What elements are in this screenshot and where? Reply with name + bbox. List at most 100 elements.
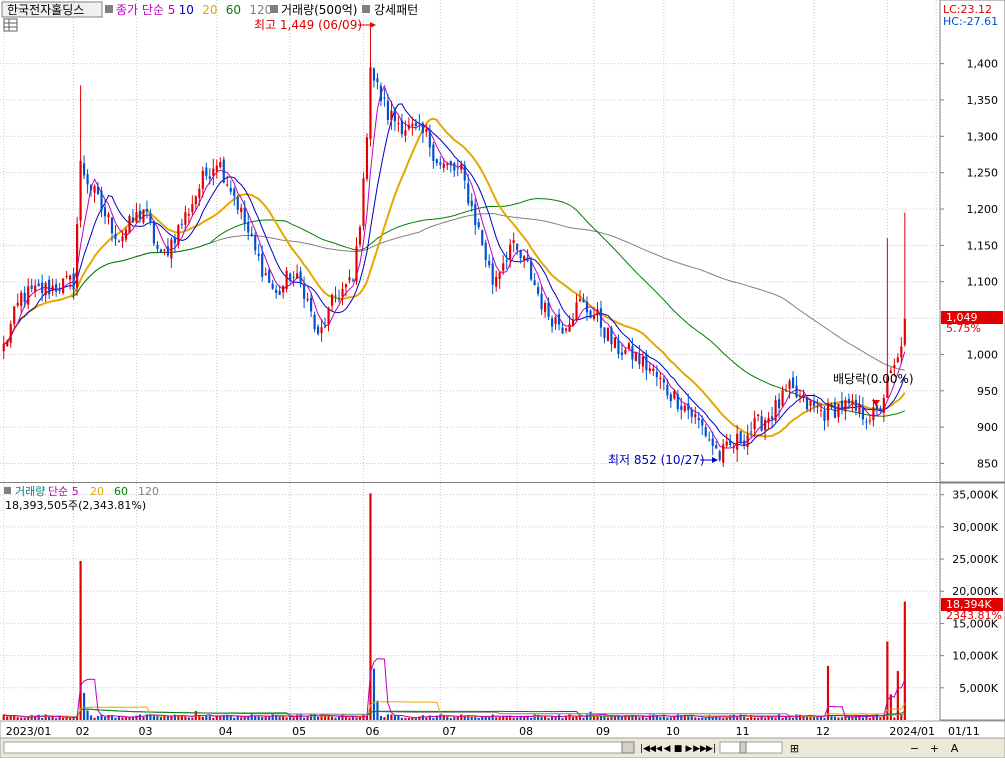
candle-body (449, 160, 452, 166)
candle-body (58, 290, 61, 292)
volume-bar (229, 715, 232, 720)
volume-bar (764, 718, 767, 720)
candle-body (851, 400, 854, 405)
zoom-slider[interactable] (719, 741, 783, 754)
volume-tick-label: 30,000K (952, 521, 998, 534)
volume-bar (23, 717, 26, 720)
candle-body (404, 130, 407, 136)
candle-body (701, 419, 704, 426)
candle-body (732, 446, 735, 449)
candle-body (103, 207, 107, 217)
volume-bar (540, 716, 543, 720)
volume-bar (516, 717, 519, 720)
candle-body (561, 327, 564, 334)
price-tick-label: 1,150 (967, 239, 999, 252)
volume-bar (893, 717, 896, 720)
volume-bar (124, 717, 128, 720)
candle-body (86, 174, 89, 185)
price-legend-item[interactable]: 60 (226, 3, 241, 17)
x-tick-label: 12 (816, 725, 830, 738)
volume-legend-item[interactable]: 60 (114, 485, 128, 498)
candle-body (442, 163, 445, 168)
candle-body (666, 384, 669, 396)
candle-body (243, 207, 246, 224)
volume-bar (285, 717, 288, 720)
candle-body (498, 272, 501, 279)
volume-bar (404, 717, 407, 720)
volume-bar (41, 717, 44, 720)
candle-body (491, 263, 494, 285)
volume-bar (379, 716, 383, 720)
volume-tick-label: 10,000K (952, 650, 998, 663)
candle-body (571, 319, 575, 326)
candle-body (704, 427, 707, 437)
chart-scrollbar[interactable] (3, 741, 635, 754)
table-icon[interactable] (3, 18, 18, 32)
volume-bar (676, 714, 679, 720)
candle-body (739, 431, 742, 444)
candle-body (37, 283, 40, 287)
candle-body (313, 314, 316, 330)
volume-bar (571, 717, 575, 720)
candle-body (341, 289, 344, 297)
price-legend-item[interactable]: 10 (179, 3, 194, 17)
volume-bar (191, 717, 194, 720)
chart-canvas[interactable]: 8509009501,0001,0501,1001,1501,2001,2501… (0, 0, 1005, 759)
candle-body (376, 78, 379, 83)
x-tick-label: 03 (138, 725, 152, 738)
volume-bar (736, 717, 739, 720)
navigation-controls[interactable]: |◀ ◀◀ ◀ ■ ▶ ▶▶ ▶| (640, 741, 716, 754)
price-panel[interactable] (0, 0, 940, 482)
stock-chart[interactable]: 8509009501,0001,0501,1001,1501,2001,2501… (0, 0, 1005, 759)
volume-legend-item[interactable]: 120 (138, 485, 159, 498)
candle-body (613, 337, 617, 348)
volume-legend-item[interactable]: 단순 5 (48, 485, 79, 498)
candle-body (585, 301, 589, 313)
volume-bar (393, 715, 396, 720)
volume-bar (582, 717, 585, 720)
candle-body (578, 299, 582, 302)
candle-body (100, 191, 103, 211)
volume-panel[interactable] (0, 483, 940, 720)
price-legend-item[interactable]: 종가 단순 5 (116, 3, 175, 17)
price-legend-item[interactable]: 20 (202, 3, 217, 17)
volume-bar (453, 717, 456, 720)
candle-body (617, 340, 620, 355)
candle-body (41, 282, 44, 294)
volume-bar (268, 716, 271, 720)
candle-body (219, 162, 222, 168)
candle-body (474, 204, 477, 226)
candle-body (27, 286, 30, 305)
volume-tick-label: 35,000K (952, 489, 998, 502)
volume-bar (48, 716, 51, 720)
scrollbar-thumb[interactable] (621, 741, 635, 754)
candle-body (149, 213, 152, 223)
candle-body (512, 240, 515, 244)
current-volume-pct-label: 2343.81% (946, 609, 1002, 622)
candle-body (645, 354, 648, 371)
candle-body (261, 253, 264, 277)
candle-body (467, 183, 470, 204)
volume-legend-item[interactable]: 거래량 (15, 485, 45, 498)
volume-bar (575, 716, 578, 720)
volume-bar (861, 717, 864, 720)
x-tick-label: 04 (219, 725, 233, 738)
zoom-slider-thumb[interactable] (739, 741, 747, 754)
volume-bar (362, 714, 365, 720)
candle-body (550, 318, 554, 327)
x-tick-label: 09 (596, 725, 610, 738)
volume-bar (159, 716, 162, 720)
last-icon: ▶| (706, 744, 716, 754)
candle-body (247, 222, 250, 233)
volume-legend-item[interactable]: 20 (90, 485, 104, 498)
candle-body (680, 405, 683, 410)
candle-body (236, 197, 239, 210)
candle-body (124, 229, 128, 240)
volume-bar (837, 717, 840, 720)
x-tick-label: 02 (76, 725, 90, 738)
price-legend-item[interactable]: 120 (249, 3, 272, 17)
price-tick-label: 900 (977, 421, 998, 434)
candle-body (6, 340, 9, 346)
candle-body (830, 404, 833, 407)
candle-body (421, 123, 424, 134)
